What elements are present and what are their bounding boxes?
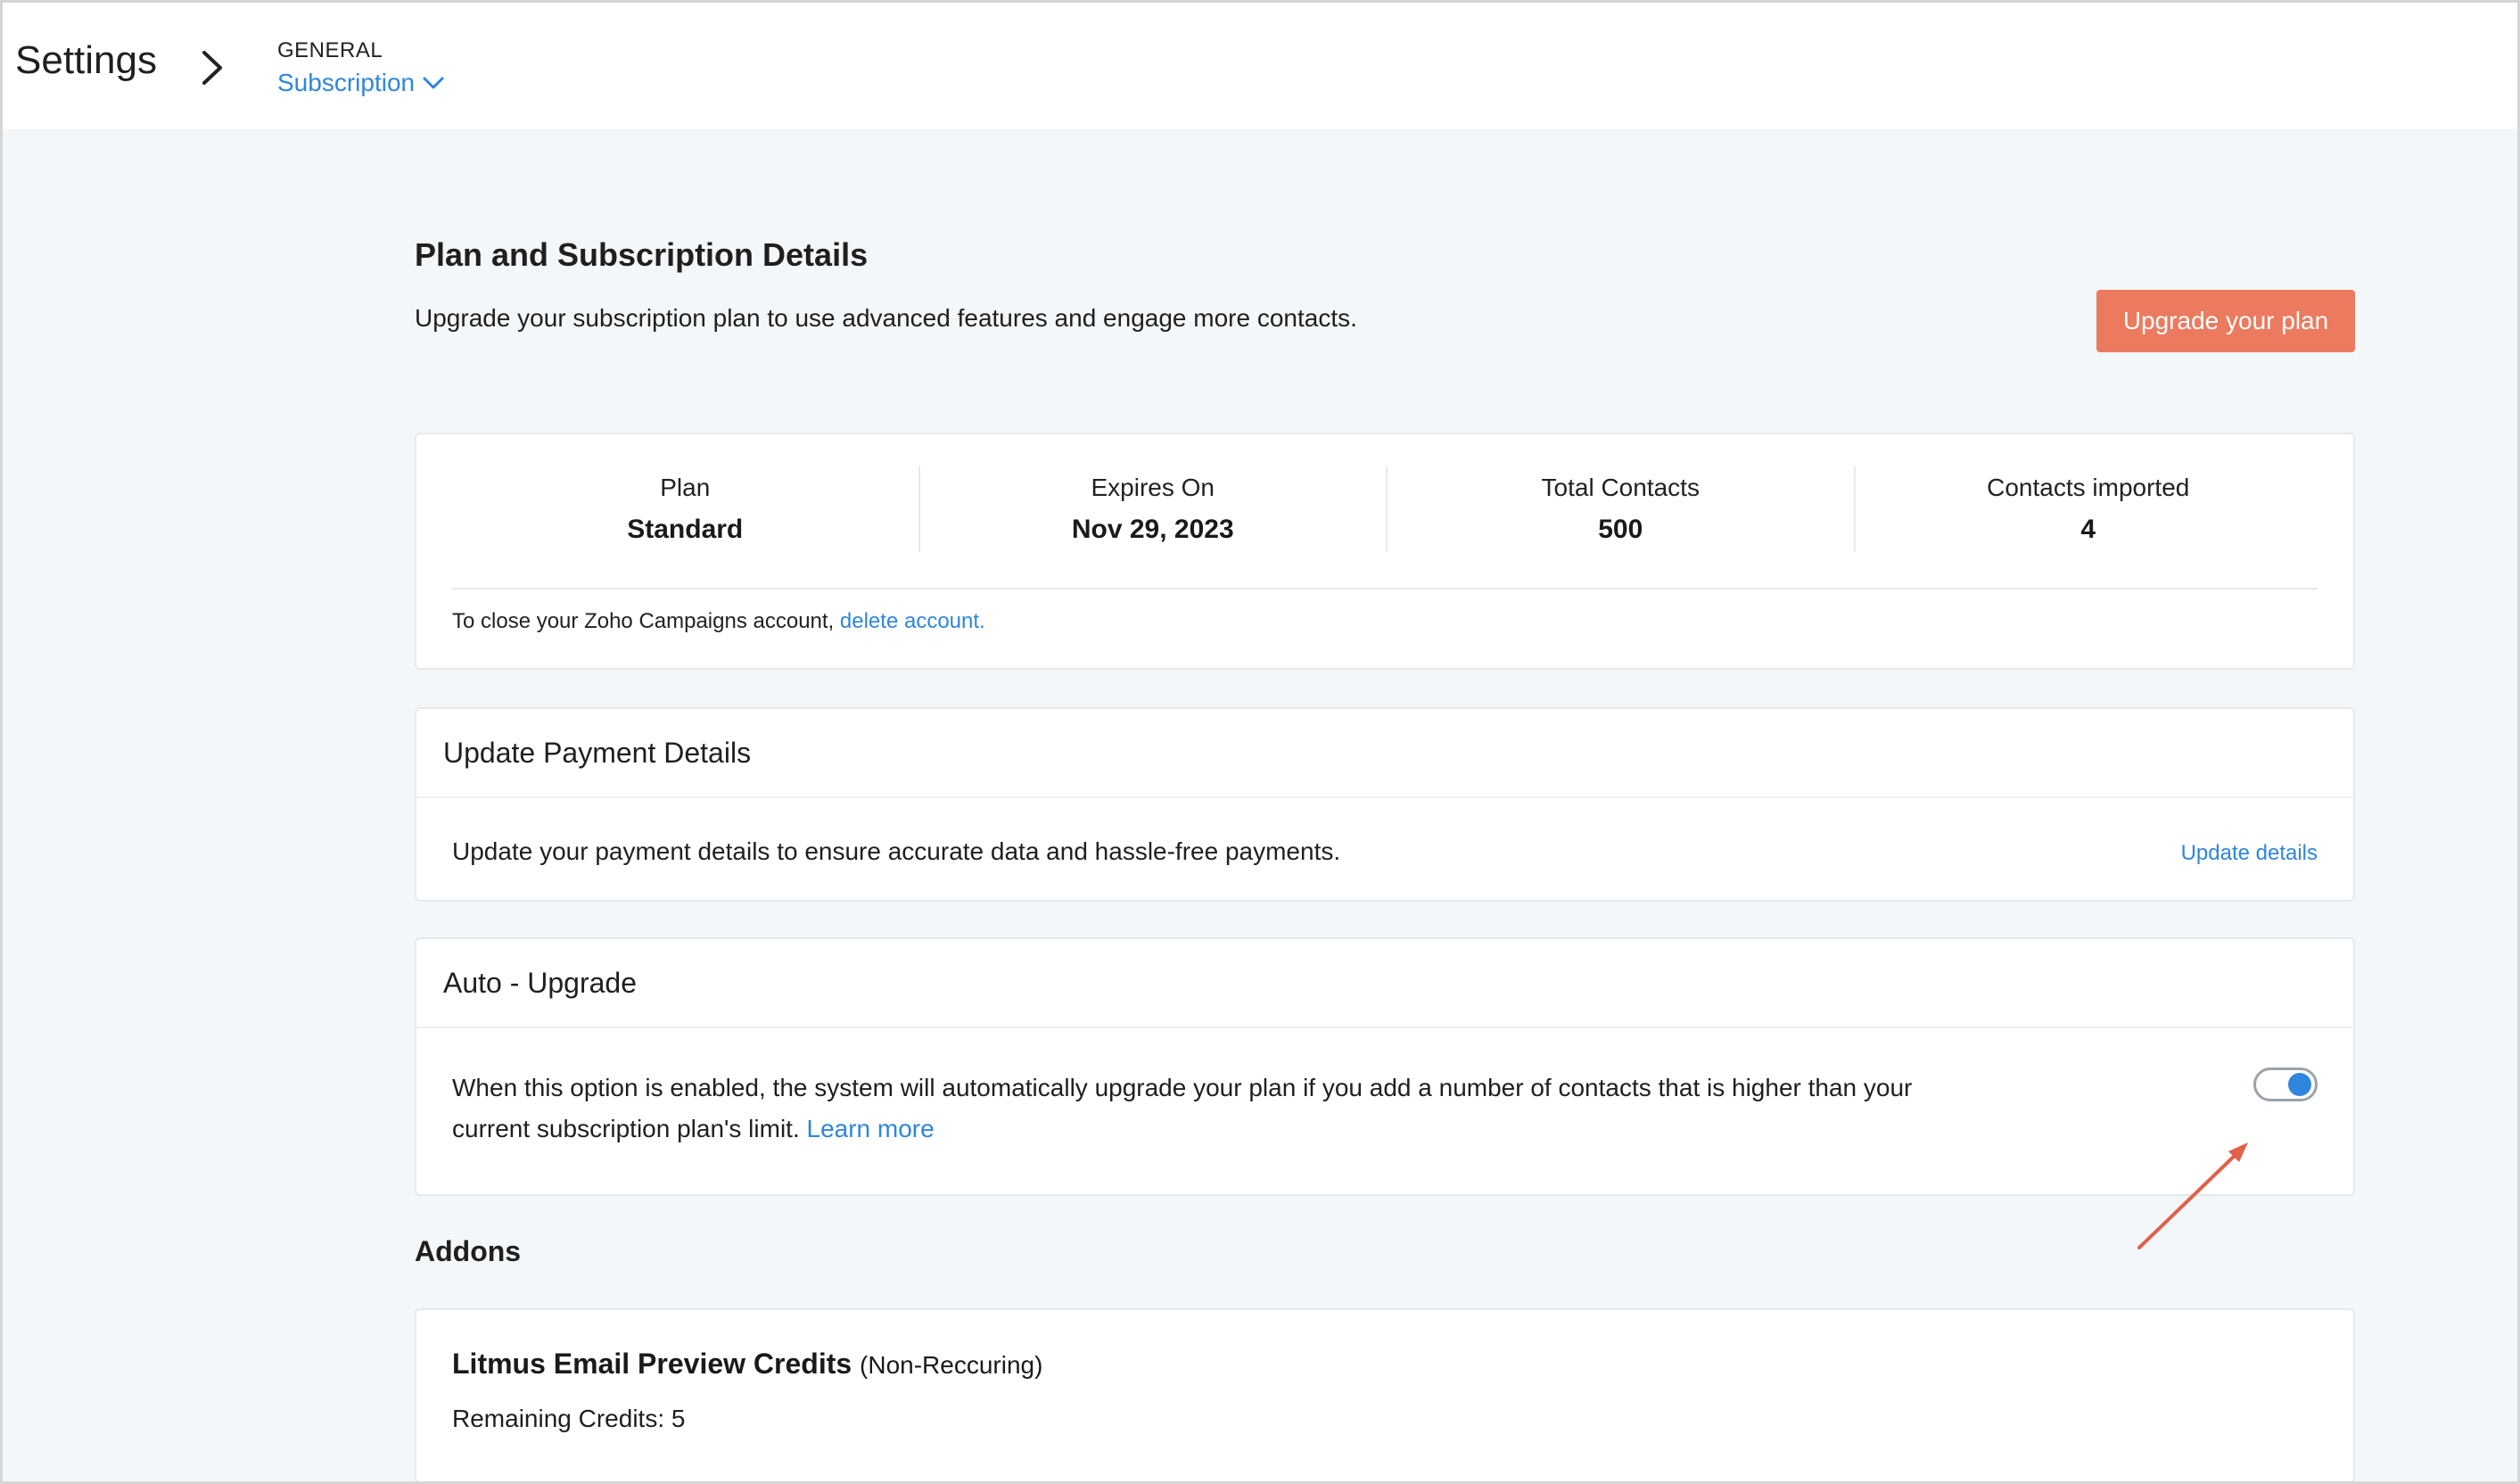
stat-contacts-imported: Contacts imported 4: [1853, 466, 2322, 552]
chevron-down-icon: [423, 77, 444, 89]
learn-more-link[interactable]: Learn more: [807, 1115, 935, 1142]
app-frame: Settings GENERAL Subscription Plan and S…: [0, 0, 2520, 1484]
auto-upgrade-title: Auto - Upgrade: [416, 939, 2353, 1028]
top-bar: Settings GENERAL Subscription: [3, 3, 2517, 129]
delete-account-link[interactable]: delete account.: [840, 609, 985, 633]
stat-label: Contacts imported: [1987, 474, 2190, 501]
update-details-link[interactable]: Update details: [2181, 841, 2318, 866]
stat-value: 4: [2080, 515, 2096, 544]
stat-value: Standard: [627, 515, 744, 544]
close-account-text: To close your Zoho Campaigns account,: [452, 609, 835, 633]
stat-total-contacts: Total Contacts 500: [1386, 466, 1854, 552]
addon-type: (Non-Reccuring): [860, 1351, 1043, 1379]
addon-name: Litmus Email Preview Credits: [452, 1348, 852, 1380]
auto-upgrade-card: Auto - Upgrade When this option is enabl…: [415, 937, 2355, 1196]
close-account-note: To close your Zoho Campaigns account, de…: [452, 609, 985, 634]
payment-card-title: Update Payment Details: [416, 709, 2353, 798]
subscription-dropdown[interactable]: Subscription: [277, 69, 445, 97]
auto-upgrade-text: When this option is enabled, the system …: [452, 1074, 1913, 1142]
plan-stats: Plan Standard Expires On Nov 29, 2023 To…: [452, 466, 2321, 552]
page-subtitle: Upgrade your subscription plan to use ad…: [415, 304, 1357, 332]
auto-upgrade-description: When this option is enabled, the system …: [452, 1068, 1968, 1150]
addons-title: Addons: [415, 1235, 522, 1267]
upgrade-plan-button[interactable]: Upgrade your plan: [2096, 290, 2355, 352]
addon-name-line: Litmus Email Preview Credits (Non-Reccur…: [452, 1348, 1042, 1381]
breadcrumb-current: Subscription: [277, 69, 416, 96]
arrow-annotation-icon: [2137, 1142, 2248, 1249]
addon-card: Litmus Email Preview Credits (Non-Reccur…: [415, 1308, 2355, 1481]
toggle-knob: [2288, 1073, 2311, 1096]
stat-value: Nov 29, 2023: [1071, 515, 1234, 544]
stat-label: Plan: [660, 474, 711, 501]
divider: [452, 588, 2318, 589]
stat-plan: Plan Standard: [452, 466, 918, 552]
settings-title: Settings: [15, 38, 157, 82]
stat-label: Total Contacts: [1541, 474, 1700, 501]
stat-value: 500: [1598, 515, 1643, 544]
page-title: Plan and Subscription Details: [415, 236, 869, 273]
chevron-right-icon: [202, 51, 222, 85]
breadcrumb-group: GENERAL: [277, 38, 383, 62]
plan-card: Plan Standard Expires On Nov 29, 2023 To…: [415, 433, 2355, 670]
payment-description: Update your payment details to ensure ac…: [452, 837, 1341, 865]
addon-remaining-credits: Remaining Credits: 5: [452, 1405, 686, 1432]
stat-expires-on: Expires On Nov 29, 2023: [918, 466, 1387, 552]
payment-card: Update Payment Details Update your payme…: [415, 707, 2355, 902]
stat-label: Expires On: [1091, 474, 1215, 501]
